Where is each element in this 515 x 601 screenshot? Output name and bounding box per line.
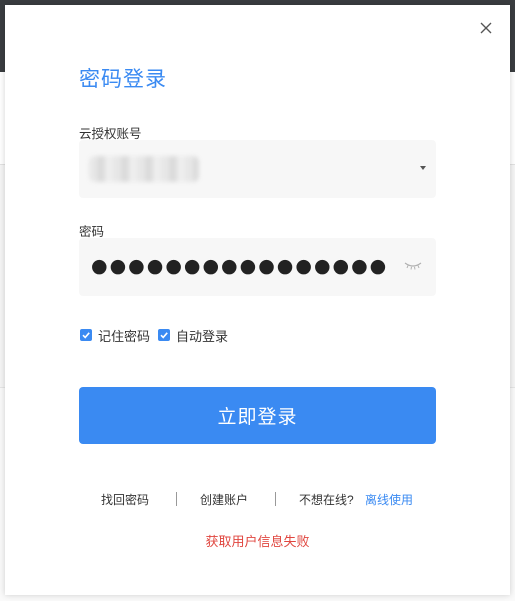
offline-question: 不想在线? xyxy=(299,493,354,507)
account-value-blurred xyxy=(89,156,199,182)
dialog-title: 密码登录 xyxy=(79,68,167,91)
auto-login-label: 自动登录 xyxy=(176,328,229,344)
recover-password-link[interactable]: 找回密码 xyxy=(101,491,149,508)
login-options: 记住密码 自动登录 xyxy=(80,325,228,345)
login-button[interactable]: 立即登录 xyxy=(79,387,436,444)
remember-password-checkbox[interactable]: 记住密码 xyxy=(80,326,150,345)
create-account-link[interactable]: 创建账户 xyxy=(200,491,248,508)
eye-closed-icon[interactable] xyxy=(404,261,422,271)
close-button[interactable] xyxy=(477,19,495,37)
remember-password-label: 记住密码 xyxy=(98,328,151,344)
footer-links: 找回密码 创建账户 不想在线? 离线使用 xyxy=(79,491,436,509)
close-icon xyxy=(480,22,492,34)
offline-use-link[interactable]: 离线使用 xyxy=(365,491,413,508)
checkbox-checked-icon xyxy=(80,329,92,341)
login-dialog: 密码登录 云授权账号 密码 ●●●●●●●●●●●●●●●● 记住密码 自动登录 xyxy=(5,5,510,595)
account-select[interactable] xyxy=(79,140,436,198)
caret-down-icon[interactable] xyxy=(420,166,426,170)
divider xyxy=(176,492,177,506)
auto-login-checkbox[interactable]: 自动登录 xyxy=(158,326,228,345)
password-value: ●●●●●●●●●●●●●●●● xyxy=(91,255,389,277)
checkbox-checked-icon xyxy=(158,329,171,341)
password-field[interactable]: ●●●●●●●●●●●●●●●● xyxy=(79,238,436,296)
divider xyxy=(275,492,276,506)
error-message: 获取用户信息失败 xyxy=(205,534,310,549)
